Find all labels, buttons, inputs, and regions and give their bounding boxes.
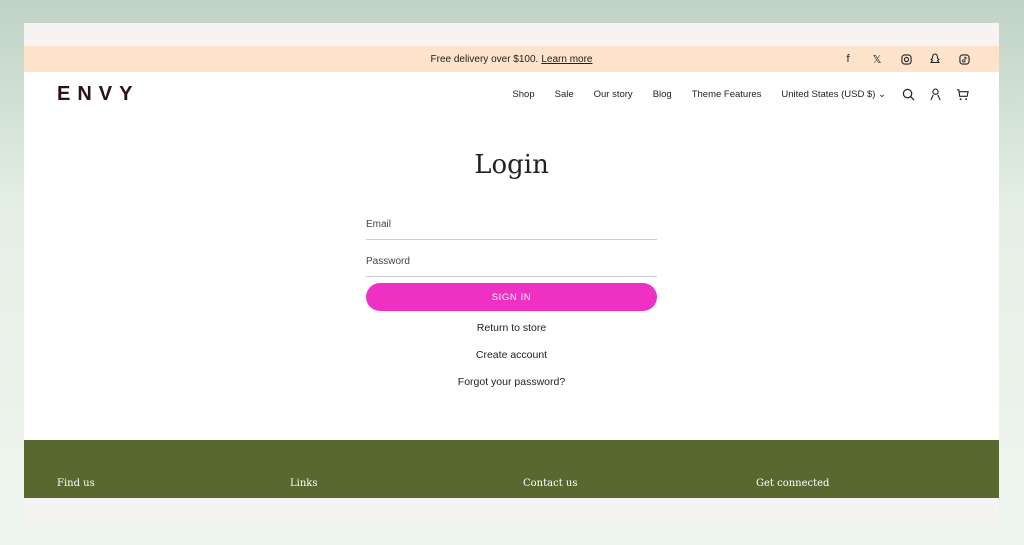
search-icon[interactable] (902, 88, 915, 101)
account-icon[interactable] (929, 88, 942, 101)
bottom-strip (24, 498, 999, 522)
learn-more-link[interactable]: Learn more (541, 54, 592, 65)
nav-our-story[interactable]: Our story (594, 89, 633, 100)
main-nav: Shop Sale Our story Blog Theme Features … (512, 89, 886, 100)
logo[interactable]: ENVY (57, 83, 139, 106)
login-form: SIGN IN Return to store Create account F… (366, 203, 657, 403)
x-icon[interactable]: 𝕏 (870, 52, 884, 66)
sign-in-button[interactable]: SIGN IN (366, 283, 657, 311)
snapchat-icon[interactable] (928, 52, 942, 66)
tiktok-icon[interactable] (957, 52, 971, 66)
chevron-down-icon: ⌄ (878, 89, 886, 100)
site-header: ENVY Shop Sale Our story Blog Theme Feat… (24, 72, 999, 117)
return-to-store-link[interactable]: Return to store (366, 322, 657, 349)
facebook-icon[interactable]: f (841, 52, 855, 66)
footer-heading-contact-us: Contact us (523, 478, 578, 489)
create-account-link[interactable]: Create account (366, 349, 657, 376)
footer-heading-find-us: Find us (57, 478, 95, 489)
announcement-bar: Free delivery over $100. Learn more f 𝕏 (24, 46, 999, 72)
banner-text: Free delivery over $100. (430, 53, 539, 65)
currency-selector[interactable]: United States (USD $) ⌄ (781, 89, 886, 100)
footer-heading-links: Links (290, 478, 318, 489)
page: Free delivery over $100. Learn more f 𝕏 … (24, 23, 999, 522)
instagram-icon[interactable] (899, 52, 913, 66)
cart-icon[interactable] (956, 88, 969, 101)
nav-sale[interactable]: Sale (555, 89, 574, 100)
top-strip (24, 23, 999, 46)
nav-theme-features[interactable]: Theme Features (692, 89, 762, 100)
footer: Find us Links Contact us Get connected (24, 440, 999, 498)
footer-heading-get-connected: Get connected (756, 478, 830, 489)
forgot-password-link[interactable]: Forgot your password? (366, 376, 657, 403)
page-title: Login (474, 150, 549, 180)
password-input[interactable] (366, 256, 657, 267)
social-links: f 𝕏 (841, 46, 971, 72)
nav-blog[interactable]: Blog (653, 89, 672, 100)
email-input[interactable] (366, 219, 657, 230)
currency-label: United States (USD $) (781, 89, 876, 100)
nav-shop[interactable]: Shop (512, 89, 534, 100)
